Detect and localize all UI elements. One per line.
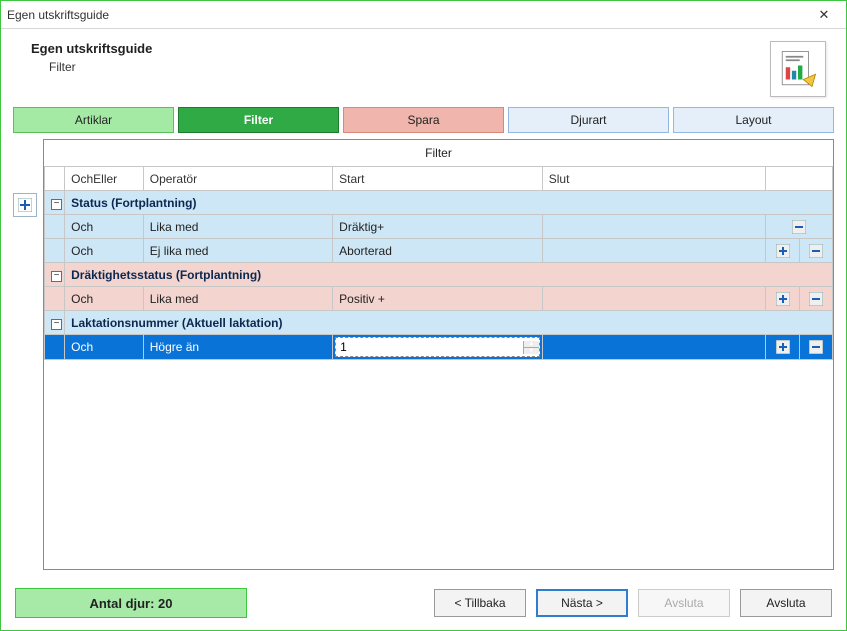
col-operator-header[interactable]: Operatör [143, 167, 332, 191]
ocheller-cell[interactable]: Och [65, 287, 144, 311]
window-title: Egen utskriftsguide [7, 8, 808, 22]
expand-cell[interactable]: − [45, 311, 65, 335]
slut-cell[interactable] [542, 335, 766, 360]
add-filter-button[interactable] [13, 193, 37, 217]
plus-icon [776, 244, 790, 258]
row-actions [766, 335, 832, 359]
row-add-button[interactable] [766, 287, 798, 310]
slut-cell[interactable] [542, 287, 766, 311]
content-pane: Filter OchEller Operatör Start Slut [13, 139, 834, 570]
group-label: Status (Fortplantning) [65, 191, 833, 215]
minus-icon [809, 292, 823, 306]
row-add-button[interactable] [766, 239, 798, 262]
row-actions [766, 287, 832, 310]
row-remove-button[interactable] [799, 287, 832, 310]
slut-cell[interactable] [542, 215, 766, 239]
close-button[interactable]: ✕ [808, 4, 840, 26]
group-row[interactable]: −Status (Fortplantning) [45, 191, 833, 215]
start-cell[interactable]: Dräktig+ [333, 215, 543, 239]
start-cell[interactable]: Aborterad [333, 239, 543, 263]
tab-djurart[interactable]: Djurart [508, 107, 669, 133]
table-header-row: OchEller Operatör Start Slut [45, 167, 833, 191]
operator-cell[interactable]: Lika med [143, 287, 332, 311]
plus-icon [776, 340, 790, 354]
header-subtitle: Filter [31, 60, 770, 74]
nav-tabs: Artiklar Filter Spara Djurart Layout [1, 107, 846, 139]
actions-cell [766, 239, 833, 263]
tab-layout[interactable]: Layout [673, 107, 834, 133]
minus-icon [809, 244, 823, 258]
operator-cell[interactable]: Högre än [143, 335, 332, 360]
group-label: Dräktighetsstatus (Fortplantning) [65, 263, 833, 287]
minus-icon [792, 220, 806, 234]
start-input[interactable] [336, 340, 523, 354]
number-spinner[interactable]: ▲▼ [523, 341, 539, 354]
start-input-wrap[interactable]: ▲▼ [335, 337, 540, 357]
start-cell[interactable]: ▲▼ [333, 335, 543, 360]
row-add-button[interactable] [766, 335, 798, 359]
operator-cell[interactable]: Ej lika med [143, 239, 332, 263]
tab-filter[interactable]: Filter [178, 107, 339, 133]
finish-button-disabled: Avsluta [638, 589, 730, 617]
table-row[interactable]: OchHögre än ▲▼ [45, 335, 833, 360]
col-start-header[interactable]: Start [333, 167, 543, 191]
row-remove-button[interactable] [766, 215, 832, 238]
col-ocheller-header[interactable]: OchEller [65, 167, 144, 191]
table-row[interactable]: OchLika medDräktig+ [45, 215, 833, 239]
group-label: Laktationsnummer (Aktuell laktation) [65, 311, 833, 335]
expand-cell [45, 287, 65, 311]
actions-cell [766, 287, 833, 311]
start-cell[interactable]: Positiv + [333, 287, 543, 311]
tab-artiklar[interactable]: Artiklar [13, 107, 174, 133]
row-remove-button[interactable] [799, 239, 832, 262]
row-actions [766, 239, 832, 262]
group-row[interactable]: −Dräktighetsstatus (Fortplantning) [45, 263, 833, 287]
expand-cell[interactable]: − [45, 263, 65, 287]
collapse-icon: − [51, 319, 62, 330]
ocheller-cell[interactable]: Och [65, 239, 144, 263]
next-button[interactable]: Nästa > [536, 589, 628, 617]
ocheller-cell[interactable]: Och [65, 335, 144, 360]
grid-title: Filter [44, 140, 833, 166]
ocheller-cell[interactable]: Och [65, 215, 144, 239]
col-slut-header[interactable]: Slut [542, 167, 766, 191]
expand-cell [45, 239, 65, 263]
minus-icon [809, 340, 823, 354]
actions-cell [766, 215, 833, 239]
finish-button[interactable]: Avsluta [740, 589, 832, 617]
collapse-icon: − [51, 271, 62, 282]
expand-cell [45, 215, 65, 239]
close-icon: ✕ [819, 7, 830, 23]
col-actions-header [766, 167, 833, 191]
header: Egen utskriftsguide Filter [1, 29, 846, 107]
plus-icon [18, 198, 32, 212]
header-text: Egen utskriftsguide Filter [31, 41, 770, 74]
report-icon [770, 41, 826, 97]
tab-spara[interactable]: Spara [343, 107, 504, 133]
table-row[interactable]: OchLika medPositiv + [45, 287, 833, 311]
app-window: Egen utskriftsguide ✕ Egen utskriftsguid… [0, 0, 847, 631]
slut-cell[interactable] [542, 239, 766, 263]
back-button[interactable]: < Tillbaka [434, 589, 526, 617]
footer: Antal djur: 20 < Tillbaka Nästa > Avslut… [1, 578, 846, 630]
filter-table: OchEller Operatör Start Slut −Status (Fo… [44, 166, 833, 360]
col-expand-header [45, 167, 65, 191]
operator-cell[interactable]: Lika med [143, 215, 332, 239]
count-badge: Antal djur: 20 [15, 588, 247, 618]
spin-down-icon[interactable]: ▼ [524, 348, 539, 354]
row-remove-button[interactable] [799, 335, 832, 359]
header-title: Egen utskriftsguide [31, 41, 770, 56]
filter-grid: Filter OchEller Operatör Start Slut [43, 139, 834, 570]
group-row[interactable]: −Laktationsnummer (Aktuell laktation) [45, 311, 833, 335]
plus-icon [776, 292, 790, 306]
actions-cell [766, 335, 833, 360]
spin-up-icon[interactable]: ▲ [524, 341, 539, 348]
expand-cell [45, 335, 65, 360]
row-actions [766, 215, 832, 238]
titlebar: Egen utskriftsguide ✕ [1, 1, 846, 29]
table-row[interactable]: OchEj lika medAborterad [45, 239, 833, 263]
collapse-icon: − [51, 199, 62, 210]
expand-cell[interactable]: − [45, 191, 65, 215]
